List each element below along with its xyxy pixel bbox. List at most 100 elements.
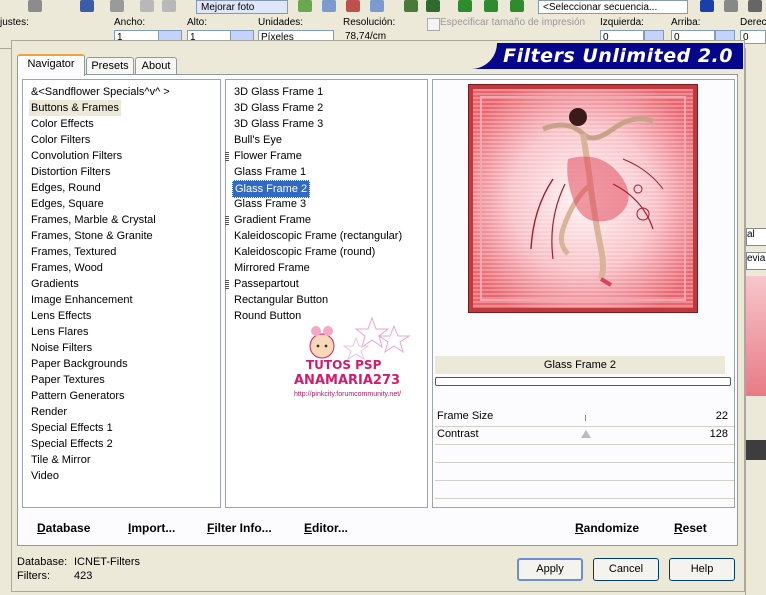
apply-button[interactable]: Apply	[517, 558, 583, 581]
host-panel-tab[interactable]: al	[746, 228, 766, 246]
filter-item[interactable]: Mirrored Frame	[232, 260, 312, 276]
category-item[interactable]: &<Sandflower Specials^v^ >	[29, 84, 172, 100]
redo-icon[interactable]	[162, 0, 176, 12]
script-select[interactable]: <Seleccionar secuencia...	[538, 0, 688, 14]
category-item[interactable]: Special Effects 2	[29, 436, 115, 452]
filter-item[interactable]: 3D Glass Frame 2	[232, 100, 325, 116]
filter-item[interactable]: Glass Frame 1	[232, 164, 308, 180]
units-label: Unidades:	[258, 17, 304, 28]
param-value: 128	[709, 428, 728, 440]
database-button[interactable]: Database	[37, 521, 90, 535]
import-button[interactable]: Import...	[128, 521, 175, 535]
reset-button[interactable]: Reset	[674, 521, 707, 535]
tool-icon[interactable]	[724, 0, 738, 12]
tool-icon[interactable]	[458, 0, 472, 12]
category-item[interactable]: Frames, Marble & Crystal	[29, 212, 158, 228]
tool-icon[interactable]	[404, 0, 418, 12]
param-row-empty	[435, 480, 734, 499]
category-item[interactable]: Frames, Textured	[29, 244, 118, 260]
filter-item[interactable]: 3D Glass Frame 3	[232, 116, 325, 132]
watermark-title: TUTOS PSP	[306, 358, 382, 372]
cancel-button[interactable]: Cancel	[593, 558, 659, 581]
tool-icon[interactable]	[322, 0, 336, 12]
param-row-empty	[435, 444, 734, 463]
navigator-panel: &<Sandflower Specials^v^ > Buttons & Fram…	[17, 74, 738, 546]
tool-icon[interactable]	[510, 0, 524, 12]
category-item-label: Lens Flares	[31, 326, 89, 338]
tool-icon[interactable]	[346, 0, 360, 12]
print-size-checkbox-label[interactable]: Especificar tamaño de impresión	[440, 17, 585, 28]
category-item-label: &<Sandflower Specials^v^ >	[31, 86, 170, 98]
undo-icon[interactable]	[140, 0, 154, 12]
help-button[interactable]: Help	[669, 558, 735, 581]
randomize-button[interactable]: Randomize	[575, 521, 639, 535]
category-item[interactable]: Image Enhancement	[29, 292, 135, 308]
category-item[interactable]: Video	[29, 468, 61, 484]
filter-item[interactable]: Kaleidoscopic Frame (rectangular)	[232, 228, 404, 244]
tab-about[interactable]: About	[135, 57, 177, 75]
category-item[interactable]: Buttons & Frames	[29, 100, 122, 116]
filter-item[interactable]: 3D Glass Frame 1	[232, 84, 325, 100]
resolution-label: Resolución:	[343, 17, 396, 28]
tool-icon[interactable]	[484, 0, 498, 12]
enhance-photo-dropdown[interactable]: Mejorar foto	[196, 0, 288, 14]
print-size-checkbox[interactable]	[427, 18, 440, 31]
filter-item-label: Glass Frame 2	[235, 183, 308, 195]
category-item[interactable]: Pattern Generators	[29, 388, 127, 404]
category-item[interactable]: Noise Filters	[29, 340, 94, 356]
filter-item[interactable]: Round Button	[232, 308, 303, 324]
category-item[interactable]: Convolution Filters	[29, 148, 124, 164]
category-item[interactable]: Lens Flares	[29, 324, 90, 340]
filters-unlimited-dialog: Filters Unlimited 2.0 Navigator Presets …	[11, 40, 745, 592]
category-item[interactable]: Distortion Filters	[29, 164, 112, 180]
editor-button[interactable]: Editor...	[304, 521, 348, 535]
category-item[interactable]: Edges, Square	[29, 196, 106, 212]
category-item[interactable]: Paper Backgrounds	[29, 356, 130, 372]
category-item-label: Special Effects 1	[31, 422, 113, 434]
preview-frame[interactable]	[468, 84, 698, 313]
filter-item[interactable]: Glass Frame 3	[232, 196, 308, 212]
host-panel-tab[interactable]: evia	[746, 252, 766, 270]
toolbar-icon[interactable]	[28, 0, 42, 12]
tool-icon[interactable]	[298, 0, 312, 12]
category-item[interactable]: Special Effects 1	[29, 420, 115, 436]
tab-navigator[interactable]: Navigator	[17, 54, 85, 76]
category-item[interactable]: Render	[29, 404, 69, 420]
filters-list[interactable]: TUTOS PSP ANAMARIA273 http://pinkcity.fo…	[225, 79, 428, 508]
play-icon[interactable]	[700, 0, 714, 12]
filter-info-button[interactable]: Filter Info...	[207, 521, 272, 535]
filter-item[interactable]: Kaleidoscopic Frame (round)	[232, 244, 377, 260]
host-panel-thumbnail	[746, 276, 766, 396]
tool-icon[interactable]	[370, 0, 384, 12]
category-item[interactable]: Paper Textures	[29, 372, 107, 388]
filter-item[interactable]: Rectangular Button	[232, 292, 330, 308]
filter-item[interactable]: Bull's Eye	[232, 132, 284, 148]
watermark-url: http://pinkcity.forumcommunity.net/	[294, 391, 402, 398]
host-panel-layer[interactable]	[746, 440, 766, 460]
tab-presets[interactable]: Presets	[86, 57, 134, 75]
tool-icon[interactable]	[426, 0, 440, 12]
category-item[interactable]: Gradients	[29, 276, 81, 292]
category-item[interactable]: Lens Effects	[29, 308, 93, 324]
category-item[interactable]: Color Filters	[29, 132, 92, 148]
category-item[interactable]: Color Effects	[29, 116, 96, 132]
filter-item[interactable]: Flower Frame	[225, 148, 304, 164]
category-item[interactable]: Frames, Wood	[29, 260, 105, 276]
print-icon[interactable]	[110, 0, 124, 12]
save-icon[interactable]	[80, 0, 94, 12]
category-item[interactable]: Tile & Mirror	[29, 452, 92, 468]
filter-item[interactable]: Passepartout	[225, 276, 301, 292]
category-item[interactable]: Edges, Round	[29, 180, 103, 196]
slider-thumb[interactable]	[581, 430, 591, 438]
preview-picture	[473, 89, 693, 308]
tool-icon[interactable]	[748, 0, 762, 12]
category-item[interactable]: Frames, Stone & Granite	[29, 228, 155, 244]
filters-count-label: Filters:	[17, 570, 50, 582]
grip-icon	[225, 216, 229, 225]
param-value: 22	[715, 410, 728, 422]
categories-list[interactable]: &<Sandflower Specials^v^ > Buttons & Fram…	[22, 79, 221, 508]
param-row-frame-size[interactable]: Frame Size 22	[435, 408, 734, 427]
filter-item[interactable]: Gradient Frame	[225, 212, 313, 228]
category-item-label: Frames, Wood	[31, 262, 103, 274]
param-row-contrast[interactable]: Contrast 128	[435, 426, 734, 445]
